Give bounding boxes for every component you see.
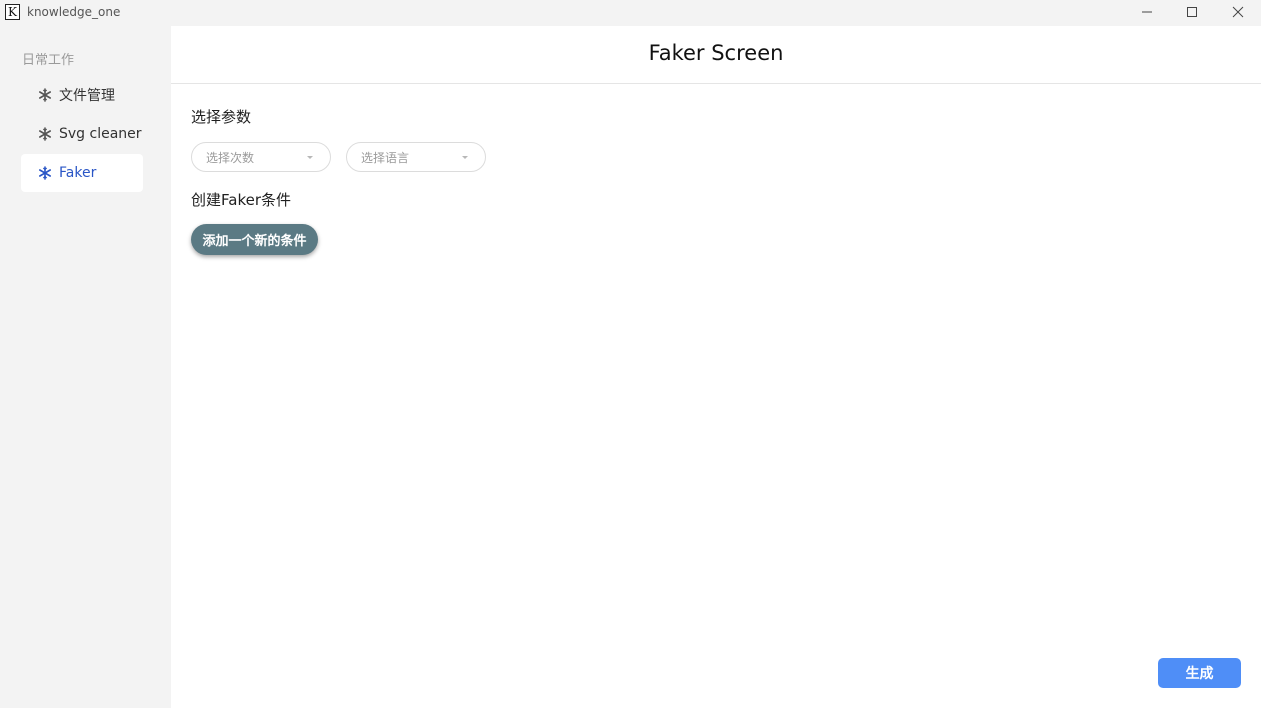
sidebar-item-svg-cleaner[interactable]: Svg cleaner bbox=[21, 115, 143, 153]
snowflake-icon bbox=[38, 88, 52, 102]
language-select[interactable]: 选择语言 bbox=[346, 142, 486, 172]
close-button[interactable] bbox=[1215, 0, 1261, 24]
sidebar-item-file-management[interactable]: 文件管理 bbox=[21, 76, 143, 114]
conditions-label: 创建Faker条件 bbox=[191, 191, 291, 209]
snowflake-icon bbox=[38, 127, 52, 141]
page-header: Faker Screen bbox=[171, 26, 1261, 84]
page-title: Faker Screen bbox=[648, 41, 784, 65]
sidebar-item-label: Svg cleaner bbox=[59, 126, 142, 142]
add-condition-button[interactable]: 添加一个新的条件 bbox=[191, 224, 318, 255]
params-label: 选择参数 bbox=[191, 108, 252, 126]
snowflake-icon bbox=[38, 166, 52, 180]
sidebar: 日常工作 文件管理 Svg cleaner Faker bbox=[0, 26, 171, 708]
main-content: Faker Screen 选择参数 选择次数 选择语言 创建Faker条件 添加… bbox=[171, 26, 1261, 708]
chevron-down-icon bbox=[462, 156, 468, 159]
sidebar-item-faker[interactable]: Faker bbox=[21, 154, 143, 192]
minimize-button[interactable] bbox=[1124, 0, 1170, 24]
count-select[interactable]: 选择次数 bbox=[191, 142, 331, 172]
maximize-button[interactable] bbox=[1169, 0, 1215, 24]
app-logo: K bbox=[5, 4, 20, 20]
count-select-placeholder: 选择次数 bbox=[206, 150, 255, 165]
minimize-icon bbox=[1142, 11, 1152, 13]
sidebar-item-label: 文件管理 bbox=[59, 88, 115, 104]
window-title: knowledge_one bbox=[27, 5, 121, 19]
close-icon bbox=[1232, 6, 1244, 18]
title-bar: K knowledge_one bbox=[0, 0, 1261, 26]
sidebar-item-label: Faker bbox=[59, 165, 97, 181]
sidebar-section-title: 日常工作 bbox=[22, 53, 75, 68]
language-select-placeholder: 选择语言 bbox=[361, 150, 410, 165]
maximize-icon bbox=[1187, 7, 1197, 17]
chevron-down-icon bbox=[307, 156, 313, 159]
generate-button[interactable]: 生成 bbox=[1158, 658, 1241, 688]
